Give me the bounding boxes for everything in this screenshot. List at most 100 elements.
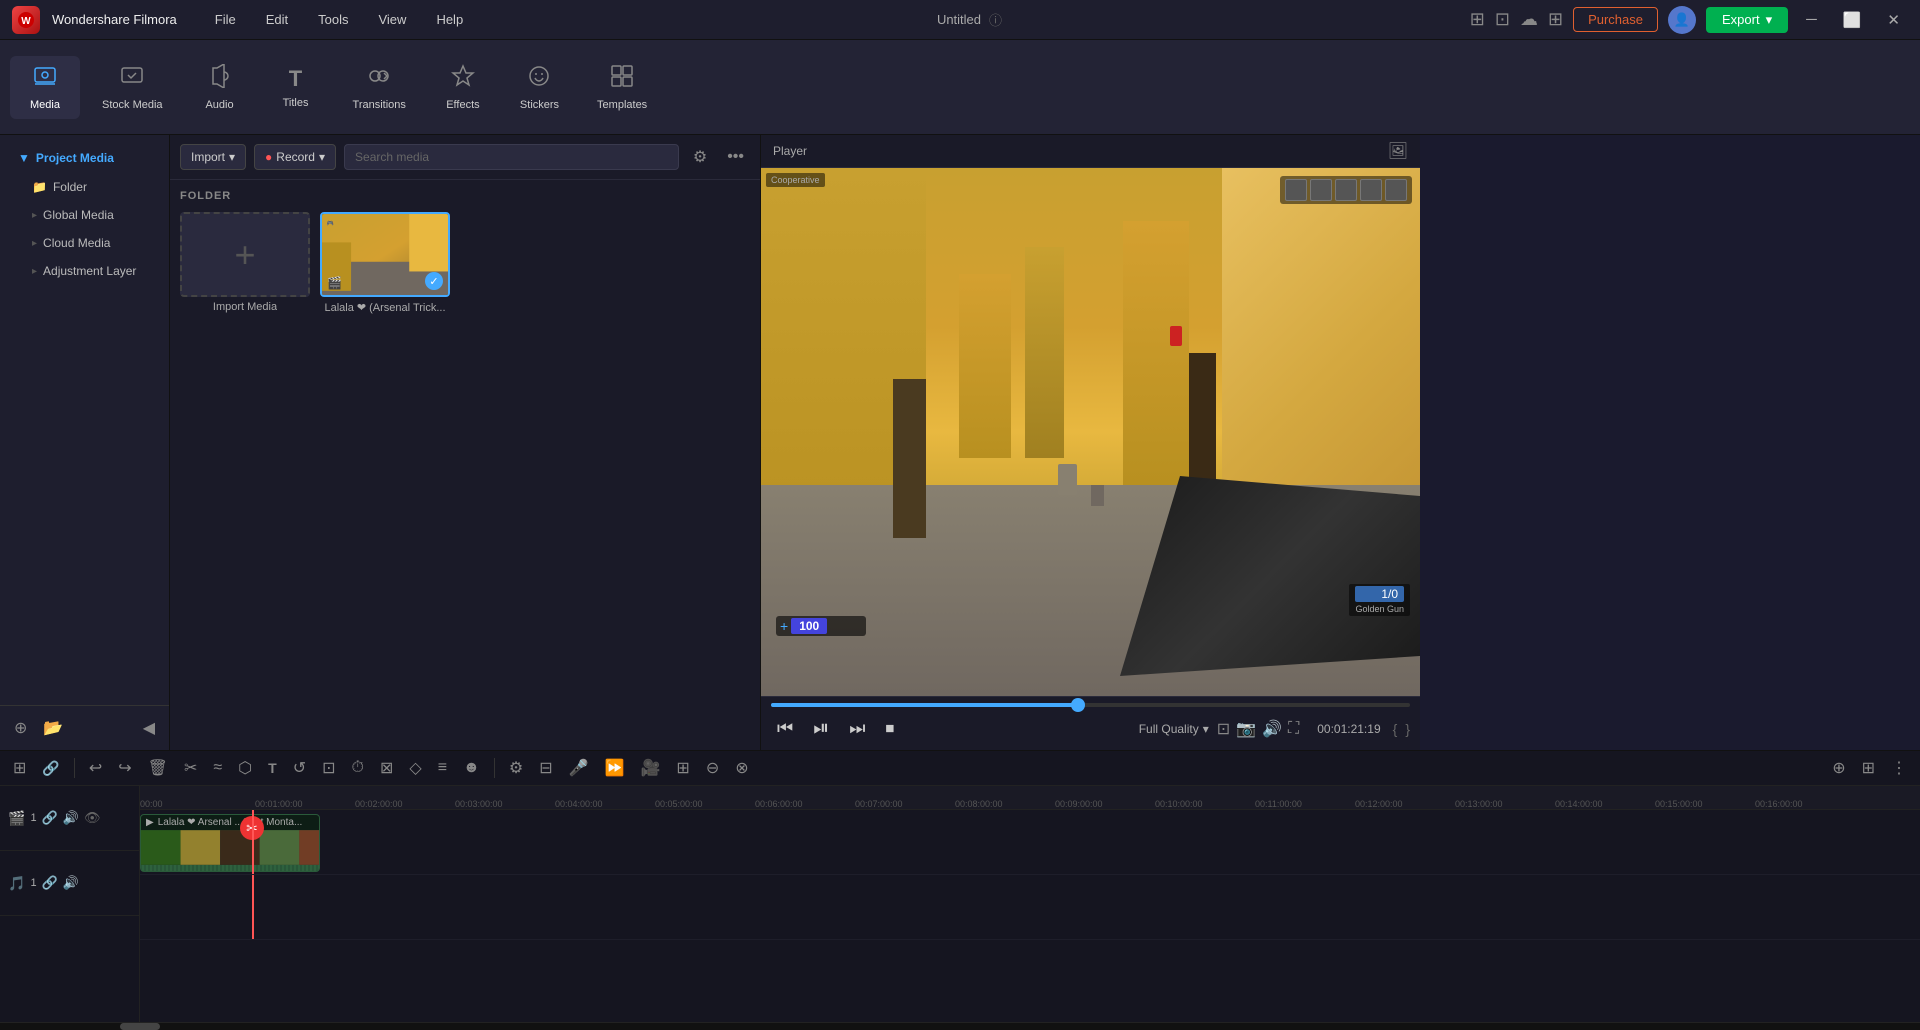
purchase-button[interactable]: Purchase [1573, 7, 1658, 32]
game-structure-1 [959, 274, 1012, 459]
cloud-icon[interactable]: ☁ [1520, 9, 1538, 30]
rotate-button[interactable]: ↺ [288, 755, 311, 781]
import-media-item[interactable]: + Import Media [180, 212, 310, 314]
layout-icon-1[interactable]: ⊞ [1470, 9, 1485, 30]
grid-icon[interactable]: ⊞ [1548, 9, 1563, 30]
menu-file[interactable]: File [209, 8, 242, 31]
project-media-chevron-icon: ▼ [18, 151, 30, 165]
multi-cam-button[interactable]: 🎥 [635, 755, 665, 781]
search-input[interactable] [344, 144, 679, 170]
crop-button[interactable]: ⊠ [375, 755, 398, 781]
redo-button[interactable]: ↪ [113, 755, 136, 781]
zoom-in-button[interactable]: ⊕ [1827, 755, 1850, 781]
audio-mute-button[interactable]: 🔊 [63, 875, 79, 891]
timeline-add-track-button[interactable]: 🔗 [37, 757, 64, 780]
more-options-button[interactable]: ••• [721, 144, 750, 170]
timer-button[interactable]: ⏱ [347, 756, 369, 780]
magnet-button[interactable]: ⬡ [233, 755, 257, 781]
adjust-button[interactable]: ≡ [433, 756, 452, 780]
undo-button[interactable]: ↩ [84, 755, 107, 781]
audio-link-button[interactable]: 🔗 [42, 875, 58, 891]
player-progress-thumb[interactable] [1071, 698, 1085, 712]
minimize-button[interactable]: ─ [1798, 7, 1825, 32]
game-health-bar: + 100 [776, 616, 866, 636]
player-screen-btn[interactable]: ⊡ [1217, 719, 1230, 739]
transform-button[interactable]: ⊡ [317, 755, 340, 781]
timeline-scroll-thumb[interactable] [120, 1023, 160, 1030]
tool-stock-media[interactable]: Stock Media [86, 56, 179, 119]
cut-tool-button[interactable]: ✂ [179, 755, 202, 781]
sidebar-item-global-media[interactable]: ▸ Global Media [8, 201, 161, 229]
video-media-item[interactable]: 🎮 ✓ 🎬 Lalala ❤ (Arsenal Trick... [320, 212, 450, 314]
sidebar-item-cloud-media[interactable]: ▸ Cloud Media [8, 229, 161, 257]
timeline-scrollbar[interactable] [0, 1022, 1920, 1030]
tool-effects[interactable]: Effects [428, 56, 498, 119]
menu-edit[interactable]: Edit [260, 8, 294, 31]
track-link-button[interactable]: 🔗 [42, 810, 58, 826]
sidebar-item-folder[interactable]: 📁 Folder [8, 173, 161, 201]
player-screenshot-button[interactable]: 🖼 [1388, 141, 1408, 161]
track-mute-button[interactable]: 🔊 [63, 810, 79, 826]
stop-button[interactable]: ⏹ [879, 714, 900, 743]
tool-stickers[interactable]: Stickers [504, 56, 575, 119]
sidebar-add-button[interactable]: ⊕ [10, 714, 31, 742]
layout-icon-2[interactable]: ⊡ [1495, 9, 1510, 30]
tool-templates[interactable]: Templates [581, 56, 663, 119]
user-avatar[interactable]: 👤 [1668, 6, 1696, 34]
timeline-toolbar: ⊞ 🔗 ↩ ↪ 🗑 ✂ ≈ ⬡ T ↺ ⊡ ⏱ ⊠ ◇ ≡ ☻ ⚙ ⊟ 🎤 ⏩ … [0, 751, 1920, 786]
tool-audio[interactable]: Audio [185, 56, 255, 119]
settings-button[interactable]: ⚙ [504, 755, 528, 781]
ruler-mark-16: 00:16:00:00 [1755, 799, 1803, 809]
menu-help[interactable]: Help [430, 8, 469, 31]
game-score: 1/0 Golden Gun [1349, 584, 1410, 616]
color-button[interactable]: ☻ [458, 756, 485, 780]
menu-tools[interactable]: Tools [312, 8, 354, 31]
export-button[interactable]: Export ▾ [1706, 7, 1788, 33]
tool-transitions[interactable]: Transitions [337, 56, 422, 119]
sidebar-folder-button[interactable]: 📂 [39, 714, 67, 742]
audio-icon [208, 64, 232, 94]
tool-titles[interactable]: T Titles [261, 58, 331, 117]
subtitle-button[interactable]: ⊞ [671, 755, 694, 781]
player-fullscreen-btn[interactable]: ⛶ [1288, 719, 1299, 739]
player-progress-bar[interactable] [771, 703, 1410, 707]
game-character [1170, 326, 1182, 346]
game-structure-2 [1025, 247, 1065, 458]
marker-button[interactable]: ⊟ [534, 755, 557, 781]
quality-chevron-icon: ▾ [1203, 722, 1209, 736]
timeline-grid-button[interactable]: ⊞ [8, 755, 31, 781]
menu-view[interactable]: View [372, 8, 412, 31]
frame-forward-button[interactable]: ⏭ [843, 714, 871, 743]
audio-record-button[interactable]: 🎤 [564, 755, 594, 781]
timeline-video-clip[interactable]: ▶ Lalala ❤ Arsenal ...Shot Monta... [140, 814, 320, 872]
import-button[interactable]: Import ▾ [180, 144, 246, 170]
play-pause-button[interactable]: ⏯ [807, 713, 835, 744]
tool-media[interactable]: Media [10, 56, 80, 119]
media-file-icon: 🎬 [327, 276, 342, 290]
sidebar-item-adjustment-layer[interactable]: ▸ Adjustment Layer [8, 257, 161, 285]
title-bar: W Wondershare Filmora File Edit Tools Vi… [0, 0, 1920, 40]
sidebar-project-media[interactable]: ▼ Project Media [8, 143, 161, 173]
record-button[interactable]: ● Record ▾ [254, 144, 336, 170]
video-track-label: 1 [30, 812, 36, 824]
sidebar-collapse-button[interactable]: ◀ [139, 714, 159, 742]
maximize-button[interactable]: ⬜ [1835, 7, 1870, 33]
close-button[interactable]: ✕ [1879, 7, 1908, 33]
frame-back-button[interactable]: ⏮ [771, 714, 799, 743]
delete-button[interactable]: 🗑 [143, 755, 173, 781]
split-button[interactable]: ⊗ [730, 755, 753, 781]
text-button[interactable]: T [263, 757, 282, 779]
track-visible-button[interactable]: 👁 [84, 810, 101, 826]
player-snapshot-btn[interactable]: 📷 [1236, 719, 1256, 739]
tool-templates-label: Templates [597, 99, 647, 111]
import-media-label: Import Media [213, 301, 277, 313]
view-mode-button[interactable]: ⊞ [1857, 755, 1880, 781]
ripple-button[interactable]: ≈ [208, 756, 227, 780]
zoom-out-button[interactable]: ⊖ [701, 755, 724, 781]
title-bar-left: W Wondershare Filmora File Edit Tools Vi… [12, 6, 469, 34]
filter-button[interactable]: ⚙ [687, 143, 713, 171]
mask-button[interactable]: ◇ [404, 755, 426, 781]
player-volume-btn[interactable]: 🔊 [1262, 719, 1282, 739]
speed-button[interactable]: ⏩ [600, 755, 630, 781]
more-button[interactable]: ⋮ [1886, 755, 1912, 781]
